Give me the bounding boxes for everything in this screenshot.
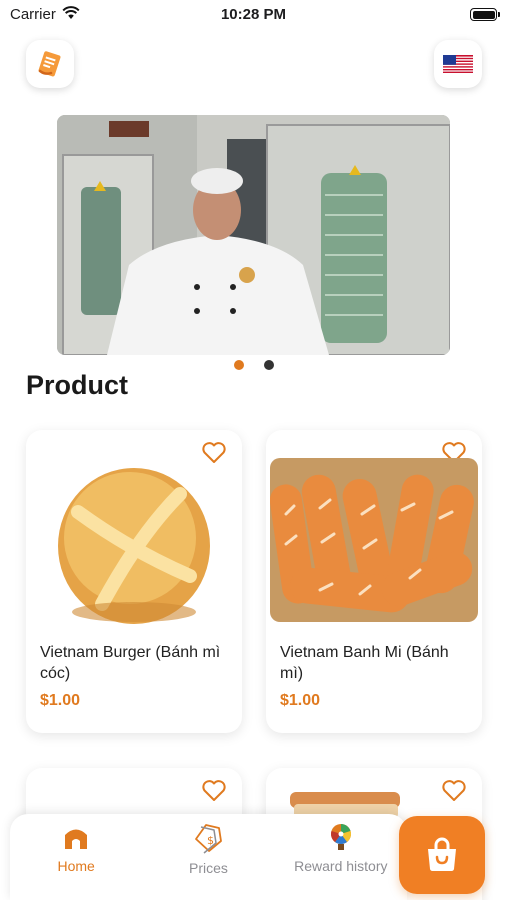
home-icon bbox=[65, 829, 88, 849]
banner-carousel[interactable] bbox=[57, 115, 450, 355]
banner-image bbox=[57, 115, 450, 355]
order-list-icon bbox=[38, 51, 61, 77]
product-card[interactable]: Vietnam Burger (Bánh mì cóc) $1.00 bbox=[26, 430, 242, 733]
bottom-tab-bar: Home $ Prices Reward history bbox=[10, 814, 407, 900]
tab-label: Reward history bbox=[294, 858, 388, 874]
heart-icon[interactable] bbox=[200, 776, 228, 804]
order-list-button[interactable] bbox=[26, 40, 74, 88]
battery-icon bbox=[470, 8, 500, 21]
status-bar: Carrier 10:28 PM bbox=[0, 0, 507, 28]
product-image bbox=[270, 458, 478, 622]
carousel-dots[interactable] bbox=[0, 360, 507, 370]
section-title: Product bbox=[26, 370, 129, 400]
tab-label: Prices bbox=[189, 860, 228, 876]
product-name: Vietnam Banh Mi (Bánh mì) bbox=[280, 644, 449, 682]
product-card[interactable]: Vietnam Banh Mi (Bánh mì) $1.00 bbox=[266, 430, 482, 733]
tab-prices[interactable]: $ Prices bbox=[142, 814, 274, 900]
tab-home[interactable]: Home bbox=[10, 814, 142, 900]
carousel-dot-2[interactable] bbox=[263, 360, 274, 370]
product-price: $1.00 bbox=[40, 692, 81, 709]
cart-button[interactable] bbox=[399, 816, 485, 894]
shopping-bag-icon bbox=[428, 837, 456, 871]
svg-text:$: $ bbox=[207, 834, 214, 847]
prize-wheel-icon bbox=[330, 824, 351, 850]
language-button[interactable] bbox=[434, 40, 482, 88]
clock: 10:28 PM bbox=[220, 6, 287, 23]
product-price: $1.00 bbox=[280, 692, 321, 709]
carousel-dot-1[interactable] bbox=[233, 360, 244, 370]
price-tag-icon: $ bbox=[195, 824, 223, 854]
tab-reward-history[interactable]: Reward history bbox=[275, 814, 407, 900]
tab-label: Home bbox=[57, 858, 95, 874]
product-name: Vietnam Burger (Bánh mì cóc) bbox=[40, 644, 221, 682]
us-flag-icon bbox=[443, 55, 473, 73]
product-image bbox=[58, 468, 210, 624]
